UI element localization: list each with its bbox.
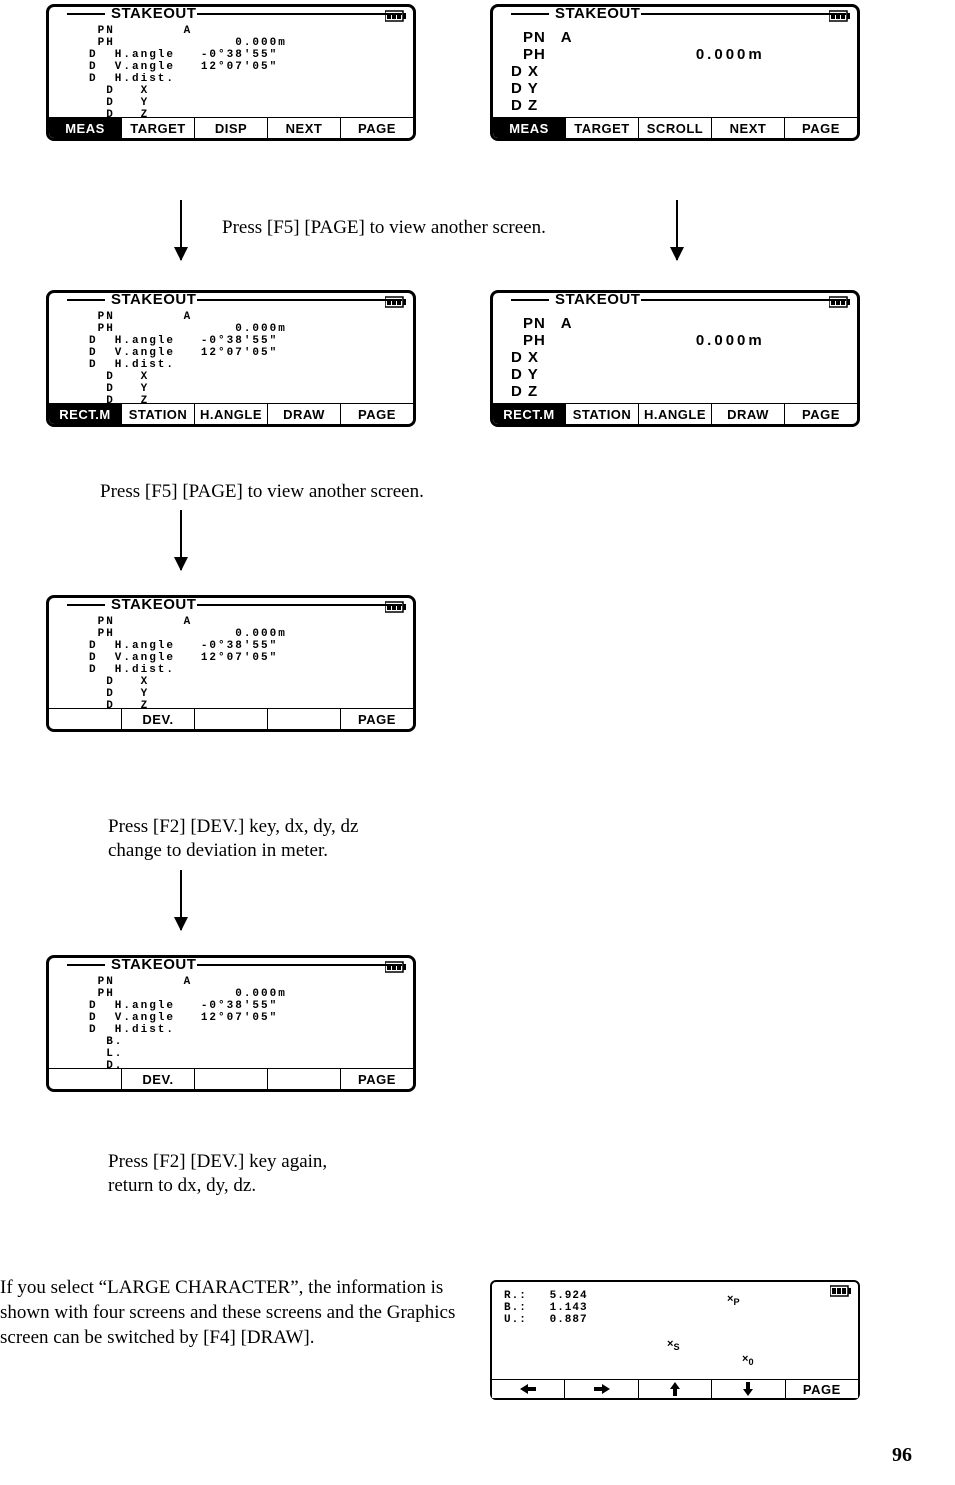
caption-press-page-1: Press [F5] [PAGE] to view another screen…	[222, 216, 546, 240]
softkey-row: RECT.M STATION H.ANGLE DRAW PAGE	[49, 403, 413, 424]
stakeout-screen-page2-small: STAKEOUT PN A PH 0.000m D H.angle -0°38′…	[46, 290, 416, 427]
softkey-page[interactable]: PAGE	[785, 404, 857, 424]
softkey-scroll[interactable]: SCROLL	[639, 118, 712, 138]
softkey-down-arrow[interactable]	[712, 1380, 785, 1398]
softkey-disp[interactable]: DISP	[195, 118, 268, 138]
softkey-page[interactable]: PAGE	[785, 118, 857, 138]
screen-title: STAKEOUT	[553, 5, 642, 22]
softkey-row: DEV. PAGE	[49, 1068, 413, 1089]
softkey-page[interactable]: PAGE	[341, 118, 413, 138]
flow-arrow-icon	[180, 200, 182, 260]
flow-arrow-icon	[180, 870, 182, 930]
softkey-up-arrow[interactable]	[639, 1380, 712, 1398]
softkey-hangle[interactable]: H.ANGLE	[195, 404, 268, 424]
softkey-draw[interactable]: DRAW	[268, 404, 341, 424]
softkey-blank[interactable]	[268, 1069, 341, 1089]
softkey-station[interactable]: STATION	[122, 404, 195, 424]
softkey-blank[interactable]	[49, 709, 122, 729]
softkey-next[interactable]: NEXT	[712, 118, 785, 138]
softkey-page[interactable]: PAGE	[786, 1380, 858, 1398]
point-0: ×0	[742, 1353, 754, 1367]
screen-title: STAKEOUT	[109, 596, 198, 613]
softkey-blank[interactable]	[195, 709, 268, 729]
softkey-row: MEAS TARGET DISP NEXT PAGE	[49, 117, 413, 138]
stakeout-screen-page3-dev: STAKEOUT PN A PH 0.000m D H.angle -0°38′…	[46, 595, 416, 732]
flow-arrow-icon	[180, 510, 182, 570]
point-s: ×S	[667, 1338, 680, 1352]
battery-icon	[385, 10, 407, 22]
softkey-page[interactable]: PAGE	[341, 709, 413, 729]
softkey-row: RECT.M STATION H.ANGLE DRAW PAGE	[493, 403, 857, 424]
stakeout-screen-page2-large: STAKEOUT PN A PH0.000m D X D Y D Z RECT.…	[490, 290, 860, 427]
stakeout-screen-page1-large: STAKEOUT PN A PH0.000m D X D Y D Z MEAS …	[490, 4, 860, 141]
softkey-blank[interactable]	[49, 1069, 122, 1089]
softkey-target[interactable]: TARGET	[122, 118, 195, 138]
screen-title: STAKEOUT	[109, 956, 198, 973]
battery-icon	[385, 601, 407, 613]
softkey-meas[interactable]: MEAS	[493, 118, 566, 138]
battery-icon	[385, 296, 407, 308]
softkey-left-arrow[interactable]	[492, 1380, 565, 1398]
softkey-draw[interactable]: DRAW	[712, 404, 785, 424]
softkey-meas[interactable]: MEAS	[49, 118, 122, 138]
readout-lines: PN A PH0.000m D X D Y D Z	[523, 29, 765, 114]
point-p: ×P	[727, 1293, 740, 1307]
page-number: 96	[892, 1444, 912, 1467]
paragraph-large-character: If you select “LARGE CHARACTER”, the inf…	[0, 1275, 470, 1350]
readout-lines: PN A PH 0.000m D H.angle -0°38′55″ D V.a…	[89, 311, 287, 407]
softkey-row: MEAS TARGET SCROLL NEXT PAGE	[493, 117, 857, 138]
softkey-page[interactable]: PAGE	[341, 1069, 413, 1089]
softkey-dev[interactable]: DEV.	[122, 709, 195, 729]
battery-icon	[829, 296, 851, 308]
screen-title: STAKEOUT	[109, 5, 198, 22]
readout-lines: PN A PH0.000m D X D Y D Z	[523, 315, 765, 400]
caption-press-dev-again: Press [F2] [DEV.] key again,return to dx…	[108, 1150, 327, 1198]
caption-press-dev: Press [F2] [DEV.] key, dx, dy, dzchange …	[108, 815, 359, 863]
graphics-screen: R.: 5.924 B.: 1.143 U.: 0.887 ×P ×S ×0 P…	[490, 1280, 860, 1400]
readout-lines: PN A PH 0.000m D H.angle -0°38′55″ D V.a…	[89, 616, 287, 712]
flow-arrow-icon	[676, 200, 678, 260]
softkey-blank[interactable]	[195, 1069, 268, 1089]
softkey-rectm[interactable]: RECT.M	[493, 404, 566, 424]
battery-icon	[829, 10, 851, 22]
battery-icon	[385, 961, 407, 973]
softkey-row: DEV. PAGE	[49, 708, 413, 729]
softkey-hangle[interactable]: H.ANGLE	[639, 404, 712, 424]
softkey-target[interactable]: TARGET	[566, 118, 639, 138]
softkey-row: PAGE	[492, 1379, 858, 1398]
graphics-readout: R.: 5.924 B.: 1.143 U.: 0.887	[504, 1290, 588, 1326]
readout-lines: PN A PH 0.000m D H.angle -0°38′55″ D V.a…	[89, 25, 287, 121]
softkey-dev[interactable]: DEV.	[122, 1069, 195, 1089]
softkey-rectm[interactable]: RECT.M	[49, 404, 122, 424]
screen-title: STAKEOUT	[553, 291, 642, 308]
stakeout-screen-page3-bld: STAKEOUT PN A PH 0.000m D H.angle -0°38′…	[46, 955, 416, 1092]
softkey-station[interactable]: STATION	[566, 404, 639, 424]
caption-press-page-2: Press [F5] [PAGE] to view another screen…	[100, 480, 424, 504]
softkey-right-arrow[interactable]	[565, 1380, 638, 1398]
softkey-blank[interactable]	[268, 709, 341, 729]
screen-title: STAKEOUT	[109, 291, 198, 308]
readout-lines: PN A PH 0.000m D H.angle -0°38′55″ D V.a…	[89, 976, 287, 1072]
softkey-page[interactable]: PAGE	[341, 404, 413, 424]
softkey-next[interactable]: NEXT	[268, 118, 341, 138]
stakeout-screen-page1-small: STAKEOUT PN A PH 0.000m D H.angle -0°38′…	[46, 4, 416, 141]
